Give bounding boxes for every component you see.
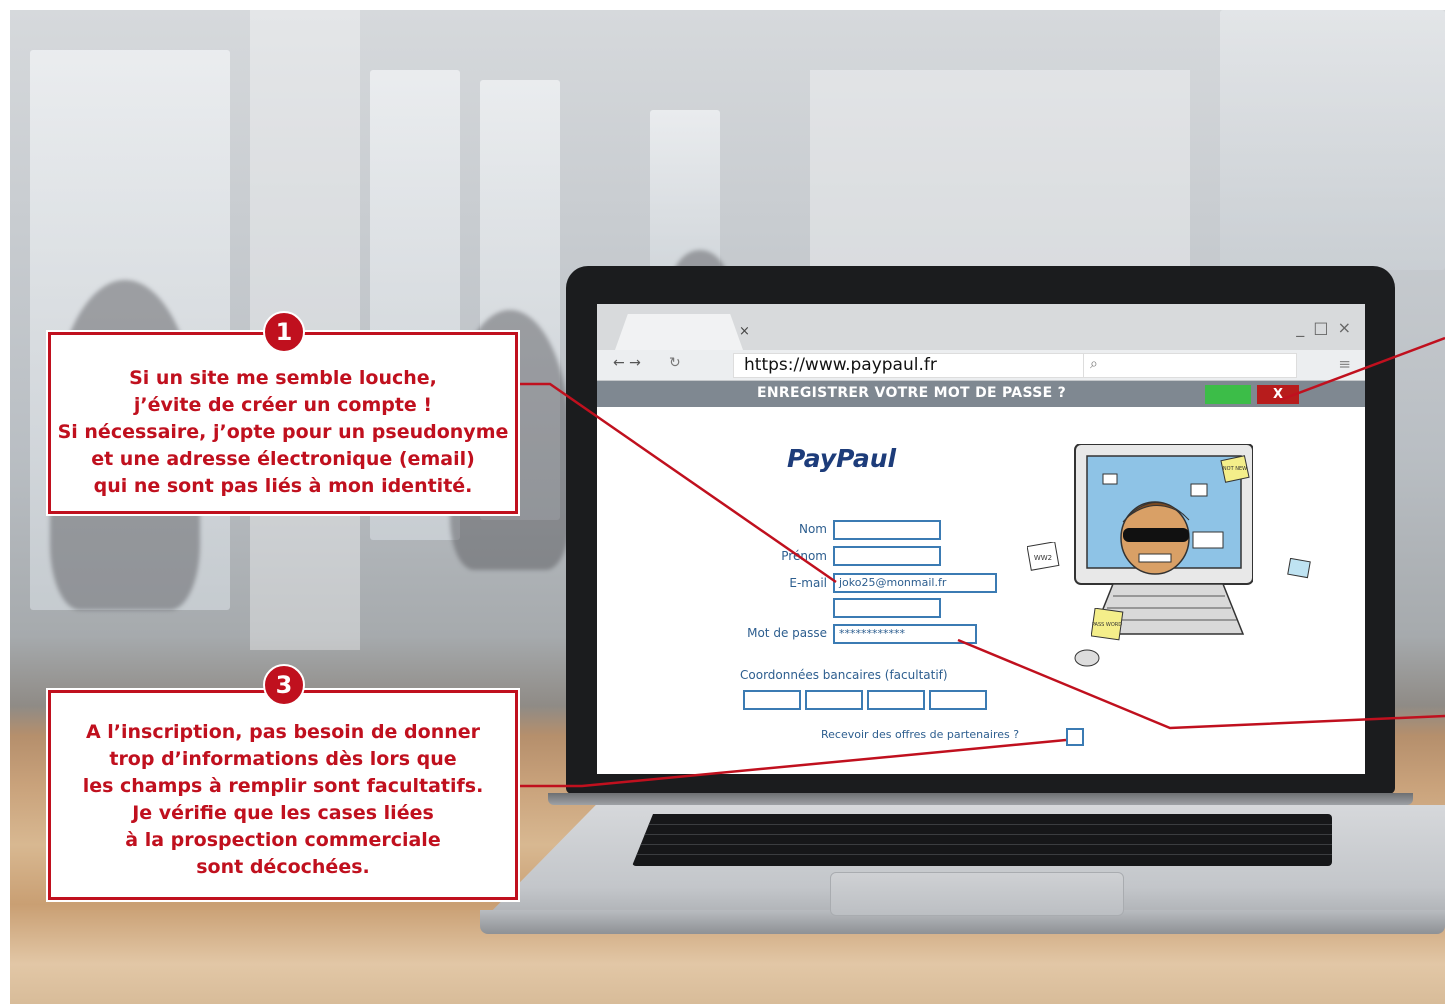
password-label: Mot de passe xyxy=(747,626,827,640)
password-input[interactable]: ************ xyxy=(833,624,977,644)
tab-close-icon[interactable]: × xyxy=(739,324,750,339)
callout-3-line: trop d’informations dès lors que xyxy=(109,748,457,770)
sticky-note-bottom: PASS WORD xyxy=(1091,608,1124,641)
nom-label: Nom xyxy=(798,522,827,536)
accept-save-button[interactable] xyxy=(1205,385,1251,404)
callout-1-line: et une adresse électronique (email) xyxy=(91,448,475,470)
back-forward-icon[interactable]: ← → xyxy=(613,355,641,371)
prenom-input[interactable] xyxy=(833,546,941,566)
callout-1-line: qui ne sont pas liés à mon identité. xyxy=(93,475,473,497)
bank-input-4[interactable] xyxy=(929,690,987,710)
callout-1-line: Si nécessaire, j’opte pour un pseudonyme xyxy=(57,421,509,443)
search-icon: ⌕ xyxy=(1090,356,1098,372)
sticky-note-right xyxy=(1287,558,1311,579)
save-password-bar: ENREGISTRER VOTRE MOT DE PASSE ? X xyxy=(597,381,1365,407)
laptop-screen: × _ □ × ← → ↻ https://www.paypaul.fr ⌕ ≡… xyxy=(597,304,1365,774)
bank-input-2[interactable] xyxy=(805,690,863,710)
callout-3-number: 3 xyxy=(263,664,305,706)
callout-1: Si un site me semble louche, j’évite de … xyxy=(48,332,518,514)
sticky-note-left-text: WW2 xyxy=(1034,554,1052,562)
prenom-label: Prénom xyxy=(781,549,827,563)
email-input[interactable]: joko25@monmail.fr xyxy=(833,573,997,593)
window-controls-icon[interactable]: _ □ × xyxy=(1296,318,1353,337)
address-bar[interactable]: https://www.paypaul.fr xyxy=(733,353,1085,378)
laptop-keyboard xyxy=(632,814,1332,866)
ceiling-light xyxy=(810,70,1190,270)
mouse-icon xyxy=(1074,649,1100,667)
callout-1-number: 1 xyxy=(263,311,305,353)
bank-input-1[interactable] xyxy=(743,690,801,710)
browser-nav-bar: ← → ↻ https://www.paypaul.fr ⌕ ≡ xyxy=(597,350,1365,381)
bank-input-3[interactable] xyxy=(867,690,925,710)
laptop-trackpad xyxy=(830,872,1124,916)
callout-3: A l’inscription, pas besoin de donner tr… xyxy=(48,690,518,900)
decline-save-button[interactable]: X xyxy=(1257,385,1299,404)
partner-offers-checkbox[interactable] xyxy=(1066,728,1084,746)
email-confirm-input[interactable] xyxy=(833,598,941,618)
callout-3-line: A l’inscription, pas besoin de donner xyxy=(85,721,481,743)
paypaul-logo: PayPaul xyxy=(787,444,897,473)
browser-tab-bar: × _ □ × xyxy=(597,304,1365,350)
partner-offers-label: Recevoir des offres de partenaires ? xyxy=(821,728,1020,741)
menu-icon[interactable]: ≡ xyxy=(1338,355,1351,373)
search-input[interactable]: ⌕ xyxy=(1083,353,1297,378)
callout-3-line: les champs à remplir sont facultatifs. xyxy=(82,775,484,797)
bank-label: Coordonnées bancaires (facultatif) xyxy=(740,668,948,682)
callout-3-line: sont décochées. xyxy=(196,856,370,878)
window-pane xyxy=(1220,10,1445,270)
sticky-note-top: NOT NEW xyxy=(1223,466,1247,472)
callout-1-line: Si un site me semble louche, xyxy=(129,367,437,389)
reload-icon[interactable]: ↻ xyxy=(669,355,681,371)
sticky-note-bottom-text: PASS WORD xyxy=(1092,622,1122,628)
callout-1-line: j’évite de créer un compte ! xyxy=(133,394,433,416)
browser-tab[interactable] xyxy=(615,314,743,350)
email-label: E-mail xyxy=(789,576,827,590)
sticky-note-left: WW2 xyxy=(1027,542,1060,571)
laptop-hinge xyxy=(548,793,1413,805)
save-password-prompt: ENREGISTRER VOTRE MOT DE PASSE ? xyxy=(757,385,1067,401)
nom-input[interactable] xyxy=(833,520,941,540)
callout-3-line: à la prospection commerciale xyxy=(125,829,441,851)
callout-3-line: Je vérifie que les cases liées xyxy=(132,802,434,824)
